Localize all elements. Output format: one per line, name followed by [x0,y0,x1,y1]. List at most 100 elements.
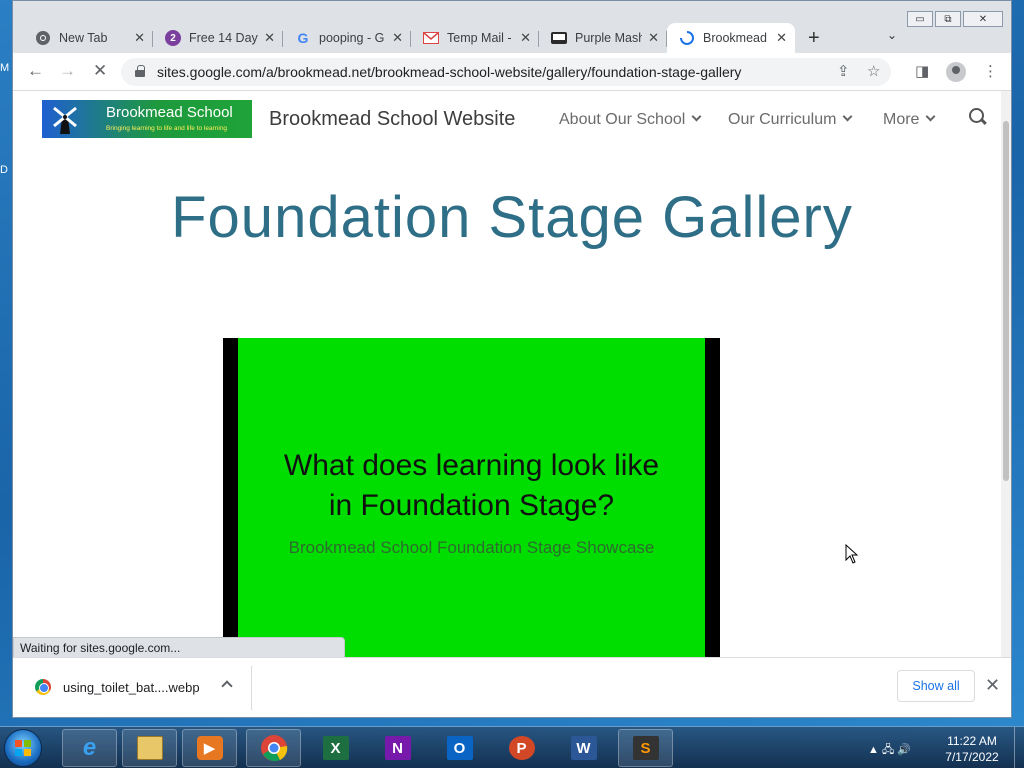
nav-label: More [883,111,920,128]
tab-strip: New Tab ✕ 2 Free 14 Day ✕ G pooping - G … [13,23,1011,53]
show-all-button[interactable]: Show all [897,670,975,702]
tab-title: Temp Mail - [447,31,512,45]
google-icon: G [297,30,309,46]
tab-temp-mail[interactable]: Temp Mail - ✕ [411,23,539,53]
browser-window: ▭ ⧉ ✕ New Tab ✕ 2 Free 14 Day ✕ G poopin… [12,0,1012,718]
clock-time: 11:22 AM [947,734,997,748]
share-icon[interactable]: ⇪ [837,62,850,80]
chevron-down-icon [843,111,853,122]
stop-loading-button[interactable]: ✕ [93,61,107,81]
bookmark-star-icon[interactable]: ☆ [867,62,880,80]
video-embed[interactable]: What does learning look like in Foundati… [223,338,720,657]
chevron-up-icon[interactable] [221,680,233,692]
side-panel-icon[interactable]: ◨ [915,62,929,80]
profile-avatar-icon[interactable] [946,62,966,82]
lock-icon[interactable] [135,65,145,77]
media-player-icon[interactable]: ▶ [182,729,237,767]
taskbar: e ▶ X N O P W S ▲ 🖧 🔊 11:22 AM 7/17/2022 [0,726,1024,768]
video-heading-line: in Foundation Stage? [328,489,615,522]
chevron-down-icon [691,111,702,122]
tab-pooping-google[interactable]: G pooping - G ✕ [283,23,411,53]
video-subtitle: Brookmead School Foundation Stage Showca… [288,538,655,557]
outlook-tile: O [446,736,473,760]
sublime-text-icon[interactable]: S [618,729,673,767]
download-shelf: using_toilet_bat....webp Show all ✕ [13,657,1011,717]
powerpoint-icon[interactable]: P [494,729,549,767]
back-button[interactable]: ← [27,61,44,81]
taskbar-clock[interactable]: 11:22 AM 7/17/2022 [936,733,1008,765]
close-tab-icon[interactable]: ✕ [392,30,403,46]
mail-icon [423,30,439,46]
chrome-taskbar-icon[interactable] [246,729,301,767]
mouse-cursor-icon [845,544,859,564]
page-scrollbar[interactable] [1001,91,1011,657]
number-2-icon: 2 [165,30,181,46]
internet-explorer-icon[interactable]: e [62,729,117,767]
school-logo[interactable]: Brookmead School Bringing learning to li… [42,100,252,138]
video-heading: What does learning look like in Foundati… [238,446,705,526]
tab-title: Free 14 Day [189,31,258,45]
excel-tile: X [322,736,349,760]
powerpoint-tile: P [508,736,535,760]
download-filename[interactable]: using_toilet_bat....webp [63,680,200,695]
divider [251,666,252,710]
nav-about-our-school[interactable]: About Our School [559,111,702,129]
tab-title: pooping - G [319,31,385,45]
desktop-icon-label: D [0,164,8,176]
tab-free-14-day[interactable]: 2 Free 14 Day ✕ [153,23,283,53]
loading-spinner-icon [679,30,695,46]
file-explorer-icon[interactable] [122,729,177,767]
start-button[interactable] [4,729,42,767]
show-desktop-button[interactable] [1014,727,1024,768]
word-tile: W [570,736,597,760]
close-window-button[interactable]: ✕ [963,11,1003,27]
system-tray-icons[interactable]: ▲ 🖧 🔊 [868,741,911,760]
tab-title: Brookmead [703,31,767,45]
tab-title: Purple Mash [575,31,643,45]
nav-label: Our Curriculum [728,111,837,128]
chrome-icon [35,30,51,46]
logo-name: Brookmead School [106,104,233,121]
nav-our-curriculum[interactable]: Our Curriculum [728,111,853,129]
purple-mash-icon [551,30,567,46]
outlook-icon[interactable]: O [432,729,487,767]
excel-icon[interactable]: X [308,729,363,767]
chrome-file-icon [35,679,51,695]
nav-more[interactable]: More [883,111,936,129]
close-tab-icon[interactable]: ✕ [520,30,531,46]
close-tab-icon[interactable]: ✕ [264,30,275,46]
scrollbar-thumb[interactable] [1003,121,1009,481]
tab-brookmead[interactable]: Brookmead ✕ [667,23,795,53]
nav-label: About Our School [559,111,686,128]
url-text[interactable]: sites.google.com/a/brookmead.net/brookme… [157,64,741,80]
video-frame[interactable]: What does learning look like in Foundati… [238,338,705,657]
logo-tagline: Bringing learning to life and life to le… [106,125,228,132]
chevron-down-icon [926,111,936,122]
menu-icon[interactable]: ⋮ [983,62,998,80]
new-tab-button[interactable]: + [808,27,820,50]
onenote-icon[interactable]: N [370,729,425,767]
search-icon[interactable] [968,107,988,127]
tab-new-tab[interactable]: New Tab ✕ [23,23,153,53]
close-tab-icon[interactable]: ✕ [134,30,145,46]
status-bubble: Waiting for sites.google.com... [13,637,345,657]
minimize-button[interactable]: ▭ [907,11,933,27]
close-tab-icon[interactable]: ✕ [776,30,787,46]
address-bar[interactable]: sites.google.com/a/brookmead.net/brookme… [121,58,891,86]
tab-search-button[interactable]: ⌄ [887,28,897,42]
windmill-icon [53,106,77,134]
tab-purple-mash[interactable]: Purple Mash ✕ [539,23,667,53]
video-heading-line: What does learning look like [283,449,660,482]
browser-toolbar: ← → ✕ sites.google.com/a/brookmead.net/b… [13,53,1011,91]
window-controls: ▭ ⧉ ✕ [907,11,1003,27]
close-tab-icon[interactable]: ✕ [648,30,659,46]
close-download-bar-icon[interactable]: ✕ [985,675,1000,696]
desktop-icon-label: M [0,62,10,74]
site-title[interactable]: Brookmead School Website [269,108,515,131]
restore-button[interactable]: ⧉ [935,11,961,27]
clock-date: 7/17/2022 [945,750,999,764]
page-viewport: Brookmead School Bringing learning to li… [13,91,1011,657]
word-icon[interactable]: W [556,729,611,767]
forward-button[interactable]: → [59,61,76,81]
tab-title: New Tab [59,31,108,45]
